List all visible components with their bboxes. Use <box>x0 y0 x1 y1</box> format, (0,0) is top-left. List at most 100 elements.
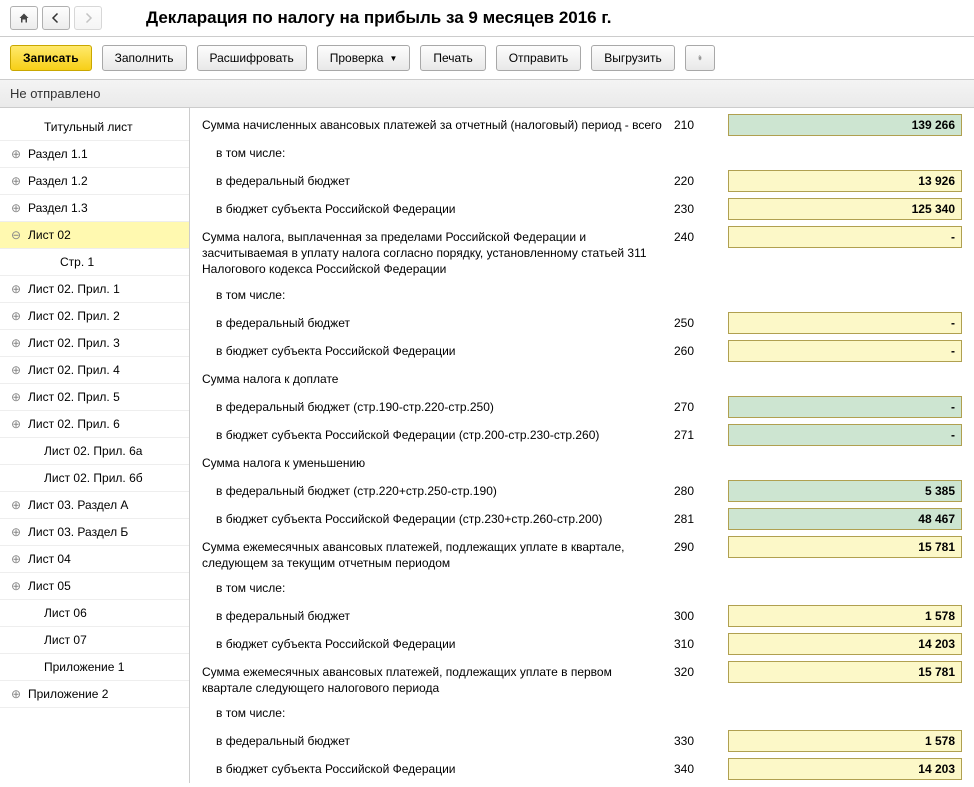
back-button[interactable] <box>42 6 70 30</box>
collapse-icon[interactable]: ⊖ <box>8 228 24 242</box>
value-field[interactable]: 1 578 <box>728 605 962 627</box>
tree-item[interactable]: ⊕Раздел 1.3 <box>0 195 189 222</box>
attach-button[interactable] <box>685 45 715 71</box>
form-row: в бюджет субъекта Российской Федерации (… <box>202 424 962 446</box>
tree-item[interactable]: ⊕Лист 02. Прил. 3 <box>0 330 189 357</box>
check-button[interactable]: Проверка▼ <box>317 45 411 71</box>
row-description: Сумма налога к доплате <box>202 368 674 387</box>
tree-item-label: Лист 03. Раздел А <box>24 498 128 512</box>
fill-button[interactable]: Заполнить <box>102 45 187 71</box>
value-field[interactable]: 13 926 <box>728 170 962 192</box>
tree-item-label: Приложение 2 <box>24 687 108 701</box>
expand-icon[interactable]: ⊕ <box>8 687 24 701</box>
row-description: в бюджет субъекта Российской Федерации <box>202 198 674 217</box>
value-field[interactable]: - <box>728 396 962 418</box>
row-code: 300 <box>674 605 728 623</box>
tree-item[interactable]: ⊕Раздел 1.2 <box>0 168 189 195</box>
tree-item[interactable]: ⊕Лист 05 <box>0 573 189 600</box>
value-field[interactable]: - <box>728 424 962 446</box>
tree-item[interactable]: ⊕Лист 02. Прил. 1 <box>0 276 189 303</box>
forward-button[interactable] <box>74 6 102 30</box>
row-code <box>674 142 728 146</box>
value-field[interactable]: 1 578 <box>728 730 962 752</box>
expand-icon[interactable]: ⊕ <box>8 282 24 296</box>
value-field[interactable]: - <box>728 226 962 248</box>
tree-item-label: Лист 07 <box>24 633 87 647</box>
form-row: в том числе: <box>202 284 962 306</box>
expand-icon[interactable]: ⊕ <box>8 417 24 431</box>
tree-item-label: Лист 02. Прил. 4 <box>24 363 120 377</box>
expand-icon[interactable]: ⊕ <box>8 174 24 188</box>
tree-item[interactable]: ⊕Стр. 1 <box>0 249 189 276</box>
value-field[interactable]: 5 385 <box>728 480 962 502</box>
tree-item-label: Приложение 1 <box>24 660 124 674</box>
row-description: Сумма налога, выплаченная за пределами Р… <box>202 226 674 278</box>
expand-icon[interactable]: ⊕ <box>8 579 24 593</box>
value-field[interactable]: 48 467 <box>728 508 962 530</box>
tree-item[interactable]: ⊕Лист 02. Прил. 2 <box>0 303 189 330</box>
form-row: Сумма налога к доплате <box>202 368 962 390</box>
export-button[interactable]: Выгрузить <box>591 45 675 71</box>
value-field[interactable]: 15 781 <box>728 661 962 683</box>
value-field[interactable]: 14 203 <box>728 633 962 655</box>
tree-item[interactable]: ⊖Лист 02 <box>0 222 189 249</box>
titlebar: Декларация по налогу на прибыль за 9 мес… <box>0 0 974 37</box>
send-button[interactable]: Отправить <box>496 45 582 71</box>
value-field[interactable]: 14 203 <box>728 758 962 780</box>
row-description: в том числе: <box>202 142 674 161</box>
decode-button[interactable]: Расшифровать <box>197 45 307 71</box>
tree-item[interactable]: ⊕Приложение 2 <box>0 681 189 708</box>
row-description: в том числе: <box>202 284 674 303</box>
tree-item[interactable]: ⊕Лист 02. Прил. 6б <box>0 465 189 492</box>
print-button[interactable]: Печать <box>420 45 485 71</box>
expand-icon[interactable]: ⊕ <box>8 201 24 215</box>
value-field[interactable]: 15 781 <box>728 536 962 558</box>
expand-icon[interactable]: ⊕ <box>8 363 24 377</box>
form-row: в том числе: <box>202 702 962 724</box>
tree-item[interactable]: ⊕Лист 03. Раздел А <box>0 492 189 519</box>
value-field[interactable]: 125 340 <box>728 198 962 220</box>
form-row: в федеральный бюджет250- <box>202 312 962 334</box>
tree-item[interactable]: ⊕Раздел 1.1 <box>0 141 189 168</box>
write-button[interactable]: Записать <box>10 45 92 71</box>
tree-item[interactable]: ⊕Лист 04 <box>0 546 189 573</box>
tree-item-label: Лист 02. Прил. 1 <box>24 282 120 296</box>
expand-icon[interactable]: ⊕ <box>8 309 24 323</box>
toolbar: Записать Заполнить Расшифровать Проверка… <box>0 37 974 80</box>
tree-item[interactable]: ⊕Титульный лист <box>0 114 189 141</box>
row-code: 340 <box>674 758 728 776</box>
tree-item[interactable]: ⊕Лист 02. Прил. 6 <box>0 411 189 438</box>
tree-item[interactable]: ⊕Лист 03. Раздел Б <box>0 519 189 546</box>
form-row: Сумма ежемесячных авансовых платежей, по… <box>202 536 962 571</box>
tree-item[interactable]: ⊕Лист 02. Прил. 4 <box>0 357 189 384</box>
row-code: 330 <box>674 730 728 748</box>
value-field[interactable]: - <box>728 340 962 362</box>
row-description: в бюджет субъекта Российской Федерации (… <box>202 508 674 527</box>
value-field[interactable]: 139 266 <box>728 114 962 136</box>
row-description: в том числе: <box>202 702 674 721</box>
form-row: Сумма начисленных авансовых платежей за … <box>202 114 962 136</box>
expand-icon[interactable]: ⊕ <box>8 390 24 404</box>
expand-icon[interactable]: ⊕ <box>8 552 24 566</box>
tree-item[interactable]: ⊕Лист 06 <box>0 600 189 627</box>
value-field[interactable]: - <box>728 312 962 334</box>
form-row: Сумма налога к уменьшению <box>202 452 962 474</box>
row-code: 271 <box>674 424 728 442</box>
arrow-left-icon <box>50 12 62 24</box>
expand-icon[interactable]: ⊕ <box>8 525 24 539</box>
expand-icon[interactable]: ⊕ <box>8 498 24 512</box>
home-button[interactable] <box>10 6 38 30</box>
tree-item-label: Лист 02. Прил. 6 <box>24 417 120 431</box>
row-code: 260 <box>674 340 728 358</box>
tree-item[interactable]: ⊕Приложение 1 <box>0 654 189 681</box>
tree-item[interactable]: ⊕Лист 07 <box>0 627 189 654</box>
form-row: в бюджет субъекта Российской Федерации23… <box>202 198 962 220</box>
form-row: в федеральный бюджет3001 578 <box>202 605 962 627</box>
tree-item[interactable]: ⊕Лист 02. Прил. 5 <box>0 384 189 411</box>
row-description: Сумма начисленных авансовых платежей за … <box>202 114 674 133</box>
expand-icon[interactable]: ⊕ <box>8 147 24 161</box>
tree-item-label: Лист 02. Прил. 2 <box>24 309 120 323</box>
expand-icon[interactable]: ⊕ <box>8 336 24 350</box>
row-description: Сумма ежемесячных авансовых платежей, по… <box>202 536 674 571</box>
tree-item[interactable]: ⊕Лист 02. Прил. 6а <box>0 438 189 465</box>
